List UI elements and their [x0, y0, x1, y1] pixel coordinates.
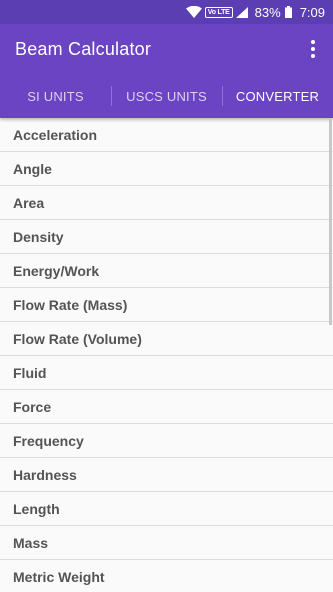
tab-bar: SI UNITS USCS UNITS CONVERTER [0, 74, 333, 118]
list-item-fluid[interactable]: Fluid [0, 356, 333, 390]
list-item-mass[interactable]: Mass [0, 526, 333, 560]
tab-uscs-units[interactable]: USCS UNITS [111, 74, 222, 118]
list-item-hardness[interactable]: Hardness [0, 458, 333, 492]
list-item-flow-rate-mass[interactable]: Flow Rate (Mass) [0, 288, 333, 322]
list-item-acceleration[interactable]: Acceleration [0, 118, 333, 152]
list-item-angle[interactable]: Angle [0, 152, 333, 186]
list-item-length[interactable]: Length [0, 492, 333, 526]
list-item-area[interactable]: Area [0, 186, 333, 220]
wifi-icon [185, 6, 202, 18]
app-title: Beam Calculator [15, 38, 152, 59]
status-bar: Vo LTE 83% 7:09 [0, 0, 333, 24]
clock: 7:09 [299, 4, 325, 20]
tab-si-units[interactable]: SI UNITS [0, 74, 111, 118]
list-item-force[interactable]: Force [0, 390, 333, 424]
battery-icon [284, 6, 292, 18]
list-item-density[interactable]: Density [0, 220, 333, 254]
list-item-energy-work[interactable]: Energy/Work [0, 254, 333, 288]
app-bar: Beam Calculator [0, 24, 333, 74]
list-item-metric-weight[interactable]: Metric Weight [0, 560, 333, 592]
converter-list: Acceleration Angle Area Density Energy/W… [0, 118, 333, 592]
volte-badge: Vo LTE [204, 6, 233, 18]
more-vert-icon[interactable] [303, 39, 323, 59]
list-item-frequency[interactable]: Frequency [0, 424, 333, 458]
list-item-flow-rate-volume[interactable]: Flow Rate (Volume) [0, 322, 333, 356]
tab-converter[interactable]: CONVERTER [222, 74, 333, 118]
signal-icon [235, 6, 248, 18]
scrollbar-thumb[interactable] [329, 118, 332, 325]
battery-percent: 83% [254, 4, 281, 20]
